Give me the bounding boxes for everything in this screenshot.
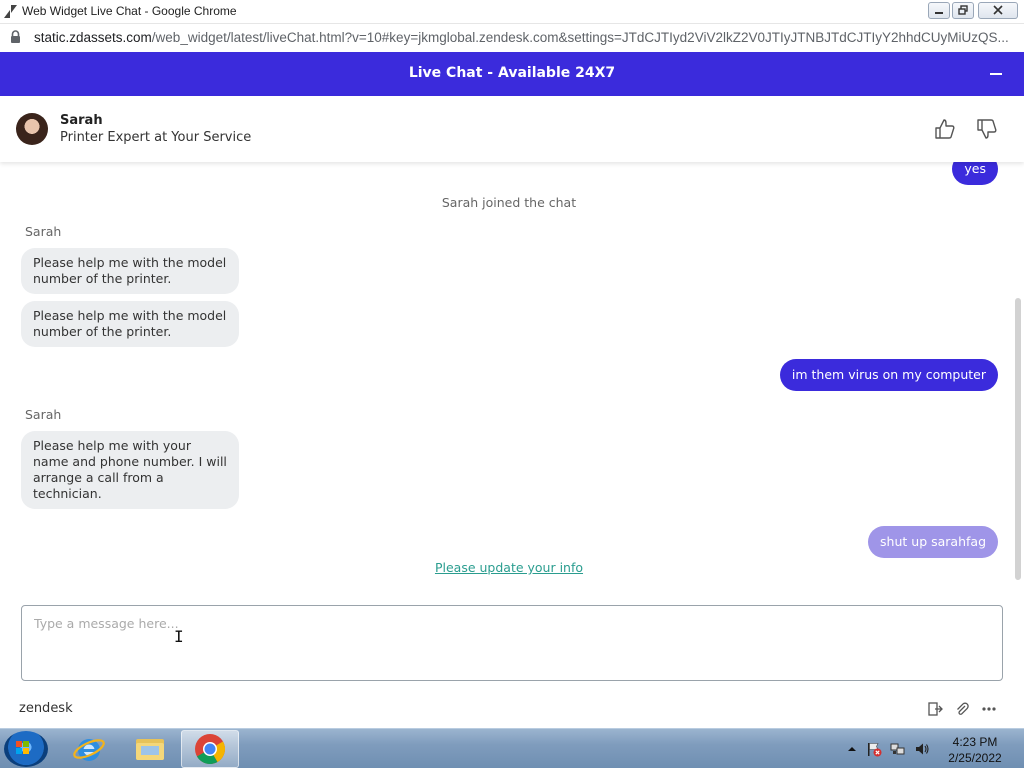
minimize-icon [935, 12, 943, 14]
chat-header: Live Chat - Available 24X7 [0, 52, 1024, 96]
network-icon[interactable] [890, 741, 906, 757]
minimize-widget-icon[interactable] [990, 73, 1002, 75]
taskbar-google-chrome[interactable] [181, 730, 239, 768]
message-sender: Sarah [25, 407, 62, 422]
update-info-link[interactable]: Please update your info [0, 560, 1018, 575]
zendesk-app-icon [4, 5, 17, 18]
chrome-icon [195, 734, 226, 765]
clock-date: 2/25/2022 [948, 751, 1002, 765]
more-options-icon[interactable] [981, 701, 997, 717]
windows-logo-icon [16, 741, 29, 754]
message-bubble-visitor: im them virus on my computer [779, 359, 998, 391]
taskbar-file-explorer[interactable] [121, 730, 179, 768]
clock-time: 4:23 PM [952, 735, 998, 749]
system-message: Sarah joined the chat [441, 195, 577, 210]
chat-scrollbar[interactable] [1015, 298, 1021, 580]
message-bubble-agent: Please help me with the model number of … [21, 301, 239, 347]
end-chat-icon[interactable] [927, 701, 943, 717]
widget-footer: zendesk [0, 690, 1024, 728]
minimize-window-button[interactable] [928, 2, 950, 19]
thumbs-down-icon[interactable] [976, 118, 998, 140]
message-composer [21, 605, 1003, 681]
zendesk-logo[interactable]: zendesk [19, 701, 73, 716]
url-path: /web_widget/latest/liveChat.html?v=10#ke… [151, 30, 1009, 45]
message-bubble-agent: Please help me with the model number of … [21, 248, 239, 294]
internet-explorer-icon [73, 739, 105, 761]
address-bar[interactable]: static.zdassets.com/web_widget/latest/li… [0, 25, 1024, 50]
message-bubble-visitor: yes [952, 162, 998, 185]
volume-icon[interactable] [914, 741, 930, 757]
action-center-flag-icon[interactable] [866, 741, 882, 757]
thumbs-up-icon[interactable] [934, 118, 956, 140]
taskbar-clock[interactable]: 4:23 PM 2/25/2022 [944, 734, 1006, 766]
folder-icon [136, 739, 164, 760]
window-title: Web Widget Live Chat - Google Chrome [22, 4, 237, 18]
close-window-button[interactable] [978, 2, 1018, 19]
url-text[interactable]: static.zdassets.com/web_widget/latest/li… [34, 30, 1019, 45]
taskbar-internet-explorer[interactable] [60, 730, 118, 768]
lock-icon [11, 30, 20, 43]
attachment-icon[interactable] [954, 701, 970, 717]
window-titlebar: Web Widget Live Chat - Google Chrome [0, 0, 1024, 24]
agent-title: Printer Expert at Your Service [60, 130, 252, 145]
agent-avatar [16, 113, 48, 145]
message-bubble-agent: Please help me with your name and phone … [21, 431, 239, 509]
show-hidden-icons-icon[interactable] [844, 741, 860, 757]
message-bubble-visitor-pending: shut up sarahfag [868, 526, 998, 558]
agent-name: Sarah [60, 113, 103, 128]
message-sender: Sarah [25, 224, 62, 239]
windows-taskbar: 4:23 PM 2/25/2022 [0, 728, 1024, 768]
chat-header-title: Live Chat - Available 24X7 [408, 65, 616, 81]
restore-icon [958, 5, 968, 15]
close-icon [993, 5, 1003, 15]
chat-log[interactable]: yes Sarah joined the chat Sarah Please h… [0, 162, 1024, 582]
agent-bar: Sarah Printer Expert at Your Service [0, 96, 1024, 162]
url-host: static.zdassets.com [34, 30, 152, 45]
restore-window-button[interactable] [952, 2, 974, 19]
text-cursor-icon: I [174, 627, 184, 646]
